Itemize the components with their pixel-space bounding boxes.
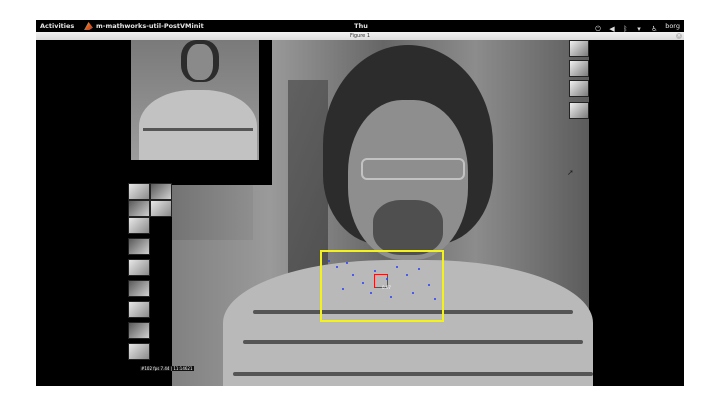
network-icon[interactable]: ▾ bbox=[637, 23, 644, 33]
patch-thumbnail bbox=[128, 301, 150, 318]
user-menu[interactable]: borg bbox=[665, 20, 680, 32]
system-tray: ⏻ ◀ ᛒ ▾ ♿ borg bbox=[595, 20, 680, 33]
keypoint bbox=[362, 282, 364, 284]
keypoint bbox=[370, 292, 372, 294]
patch-thumbnail bbox=[569, 80, 589, 97]
keypoint bbox=[336, 266, 338, 268]
volume-icon[interactable]: ◀ bbox=[609, 23, 616, 33]
power-icon[interactable]: ⏻ bbox=[595, 23, 602, 33]
app-menu-label: m-mathworks-util-PostVMinit bbox=[96, 22, 204, 30]
patch-thumbnail bbox=[128, 200, 150, 217]
keypoint bbox=[428, 284, 430, 286]
mouse-cursor-icon: ➚ bbox=[567, 168, 574, 177]
close-icon[interactable]: × bbox=[676, 33, 682, 39]
inset-face bbox=[187, 44, 213, 80]
top-panel: Activities m-mathworks-util-PostVMinit T… bbox=[36, 20, 684, 42]
inset-body bbox=[139, 90, 257, 160]
keypoint bbox=[412, 292, 414, 294]
keypoint bbox=[374, 270, 376, 272]
sweater-stripe bbox=[243, 340, 583, 344]
patch-thumbnail bbox=[128, 322, 150, 339]
inset-thumbnail bbox=[131, 40, 259, 160]
keypoint bbox=[342, 288, 344, 290]
keypoint bbox=[346, 262, 348, 264]
patch-thumbnail bbox=[128, 280, 150, 297]
accessibility-icon[interactable]: ♿ bbox=[651, 23, 658, 33]
keypoint bbox=[352, 274, 354, 276]
app-menu[interactable]: m-mathworks-util-PostVMinit bbox=[84, 20, 204, 32]
detection-label: 0.97 bbox=[382, 285, 391, 290]
sweater-stripe bbox=[233, 372, 593, 376]
person-glasses bbox=[361, 158, 465, 180]
patch-thumbnail bbox=[128, 259, 150, 276]
keypoint bbox=[434, 298, 436, 300]
window-title: Figure 1 bbox=[349, 33, 371, 39]
patch-thumbnail bbox=[569, 60, 589, 77]
patch-column-left bbox=[128, 183, 172, 386]
patch-thumbnail bbox=[128, 238, 150, 255]
inset-stripe bbox=[143, 128, 253, 131]
keypoint bbox=[406, 274, 408, 276]
patch-thumbnail bbox=[128, 183, 150, 200]
figure-canvas[interactable]: 0.97 #102 fps 7.44 | 11:14621 ➚ bbox=[36, 40, 684, 386]
patch-thumbnail bbox=[150, 200, 172, 217]
patch-thumbnail bbox=[569, 102, 589, 119]
activities-button[interactable]: Activities bbox=[40, 20, 74, 32]
patch-thumbnail bbox=[150, 183, 172, 200]
patch-thumbnail bbox=[128, 217, 150, 234]
keypoint bbox=[396, 266, 398, 268]
keypoint bbox=[418, 268, 420, 270]
matlab-icon bbox=[84, 22, 93, 30]
status-readout: #102 fps 7.44 | 11:14621 bbox=[140, 366, 194, 371]
patch-thumbnail bbox=[128, 343, 150, 360]
patch-thumbnail bbox=[569, 40, 589, 57]
person-beard bbox=[373, 200, 443, 255]
keypoint bbox=[390, 296, 392, 298]
keypoint bbox=[328, 260, 330, 262]
bluetooth-icon[interactable]: ᛒ bbox=[623, 23, 630, 33]
